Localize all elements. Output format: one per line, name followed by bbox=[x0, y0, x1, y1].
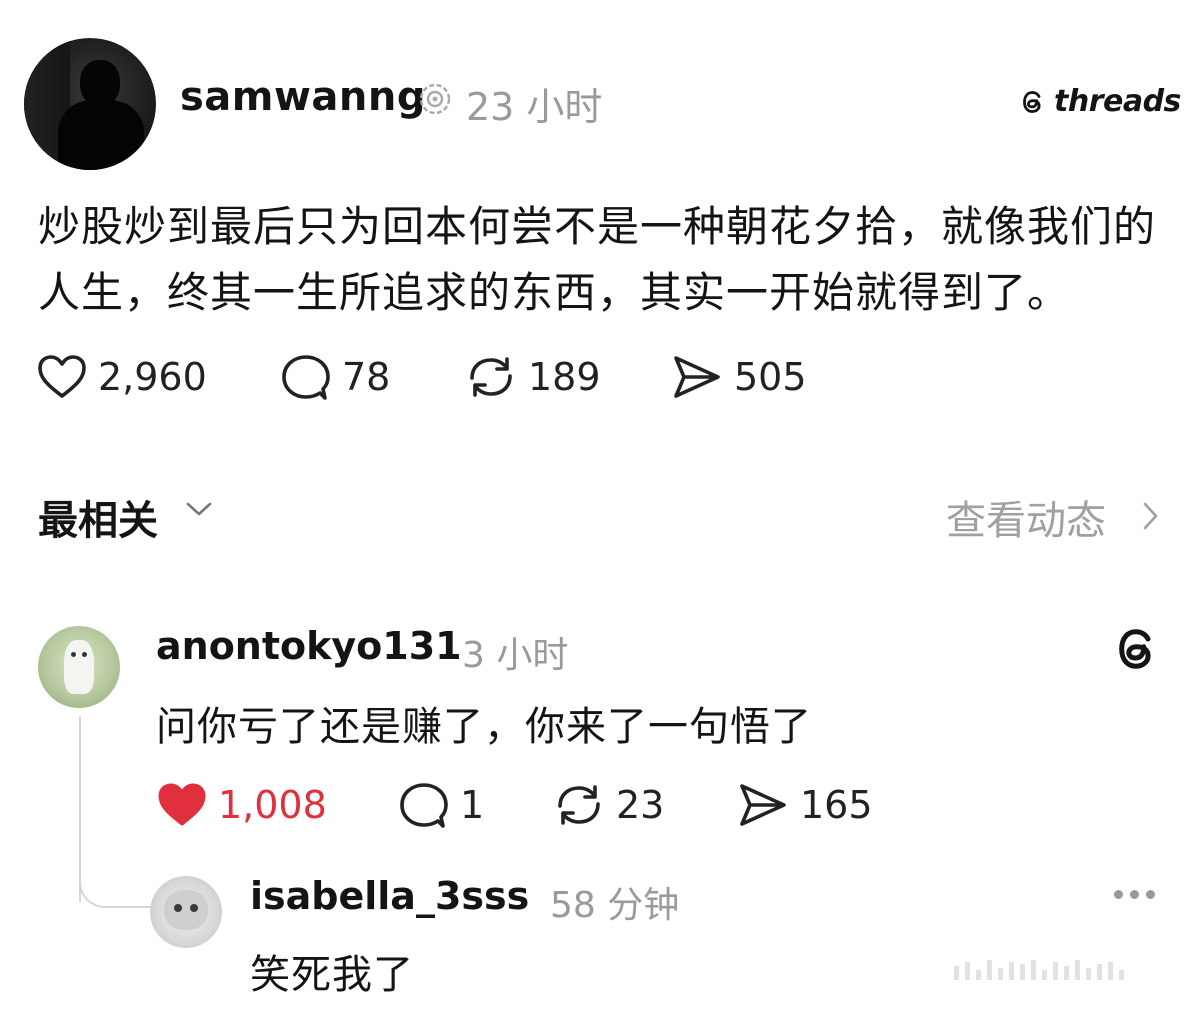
thread-connector-curve bbox=[79, 862, 151, 908]
comment-count: 1 bbox=[460, 783, 485, 827]
post-actions: 2,960 78 189 505 bbox=[36, 352, 807, 402]
repost-count: 23 bbox=[616, 783, 665, 827]
avatar[interactable] bbox=[24, 38, 156, 170]
comment-avatar[interactable] bbox=[38, 626, 120, 708]
comment-actions: 1,008 1 23 165 bbox=[156, 780, 873, 830]
repost-button[interactable]: 189 bbox=[464, 352, 670, 402]
post-time: 23 小时 bbox=[466, 85, 603, 129]
threads-brand: threads bbox=[1018, 84, 1181, 119]
heart-icon bbox=[158, 783, 206, 826]
bottom-decoration bbox=[954, 960, 1124, 980]
comment-username[interactable]: anontokyo131 bbox=[156, 624, 462, 668]
comment-icon bbox=[282, 355, 330, 400]
like-button[interactable]: 1,008 bbox=[156, 781, 398, 829]
comment-time: 3 小时 bbox=[462, 635, 569, 676]
sort-dropdown-label[interactable]: 最相关 bbox=[38, 488, 158, 546]
view-activity-link[interactable]: 查看动态 bbox=[946, 488, 1106, 546]
share-button[interactable]: 505 bbox=[670, 352, 807, 402]
reply-username[interactable]: isabella_3sss bbox=[250, 874, 529, 918]
repost-count: 189 bbox=[528, 355, 601, 399]
more-icon[interactable] bbox=[1114, 890, 1155, 899]
threads-badge-icon bbox=[419, 83, 451, 115]
like-count: 2,960 bbox=[98, 355, 207, 399]
threads-logo-icon bbox=[1023, 90, 1041, 113]
heart-icon bbox=[38, 355, 86, 398]
chevron-down-icon[interactable] bbox=[184, 498, 214, 520]
reply-avatar[interactable] bbox=[150, 876, 222, 948]
comment-text: 问你亏了还是赚了，你来了一句悟了 bbox=[156, 704, 812, 750]
like-button[interactable]: 2,960 bbox=[36, 353, 280, 401]
reply-time: 58 分钟 bbox=[550, 885, 680, 926]
share-count: 505 bbox=[734, 355, 807, 399]
comment-button[interactable]: 78 bbox=[280, 352, 464, 402]
repost-icon bbox=[470, 357, 512, 397]
post-username[interactable]: samwanng bbox=[180, 74, 426, 120]
comment-count: 78 bbox=[342, 355, 391, 399]
comment-icon bbox=[400, 783, 448, 828]
repost-icon bbox=[558, 785, 600, 825]
post-text: 炒股炒到最后只为回本何尝不是一种朝花夕拾，就像我们的人生，终其一生所追求的东西，… bbox=[38, 202, 1157, 317]
chevron-right-icon[interactable] bbox=[1140, 500, 1162, 532]
share-icon bbox=[740, 784, 786, 826]
share-icon bbox=[674, 356, 720, 398]
comment-button[interactable]: 1 bbox=[398, 780, 552, 830]
like-count: 1,008 bbox=[218, 783, 327, 827]
share-button[interactable]: 165 bbox=[736, 780, 873, 830]
share-count: 165 bbox=[800, 783, 873, 827]
reply-text: 笑死我了 bbox=[250, 952, 414, 998]
brand-text: threads bbox=[1054, 84, 1181, 119]
threads-logo-icon bbox=[1119, 629, 1151, 669]
repost-button[interactable]: 23 bbox=[552, 780, 736, 830]
